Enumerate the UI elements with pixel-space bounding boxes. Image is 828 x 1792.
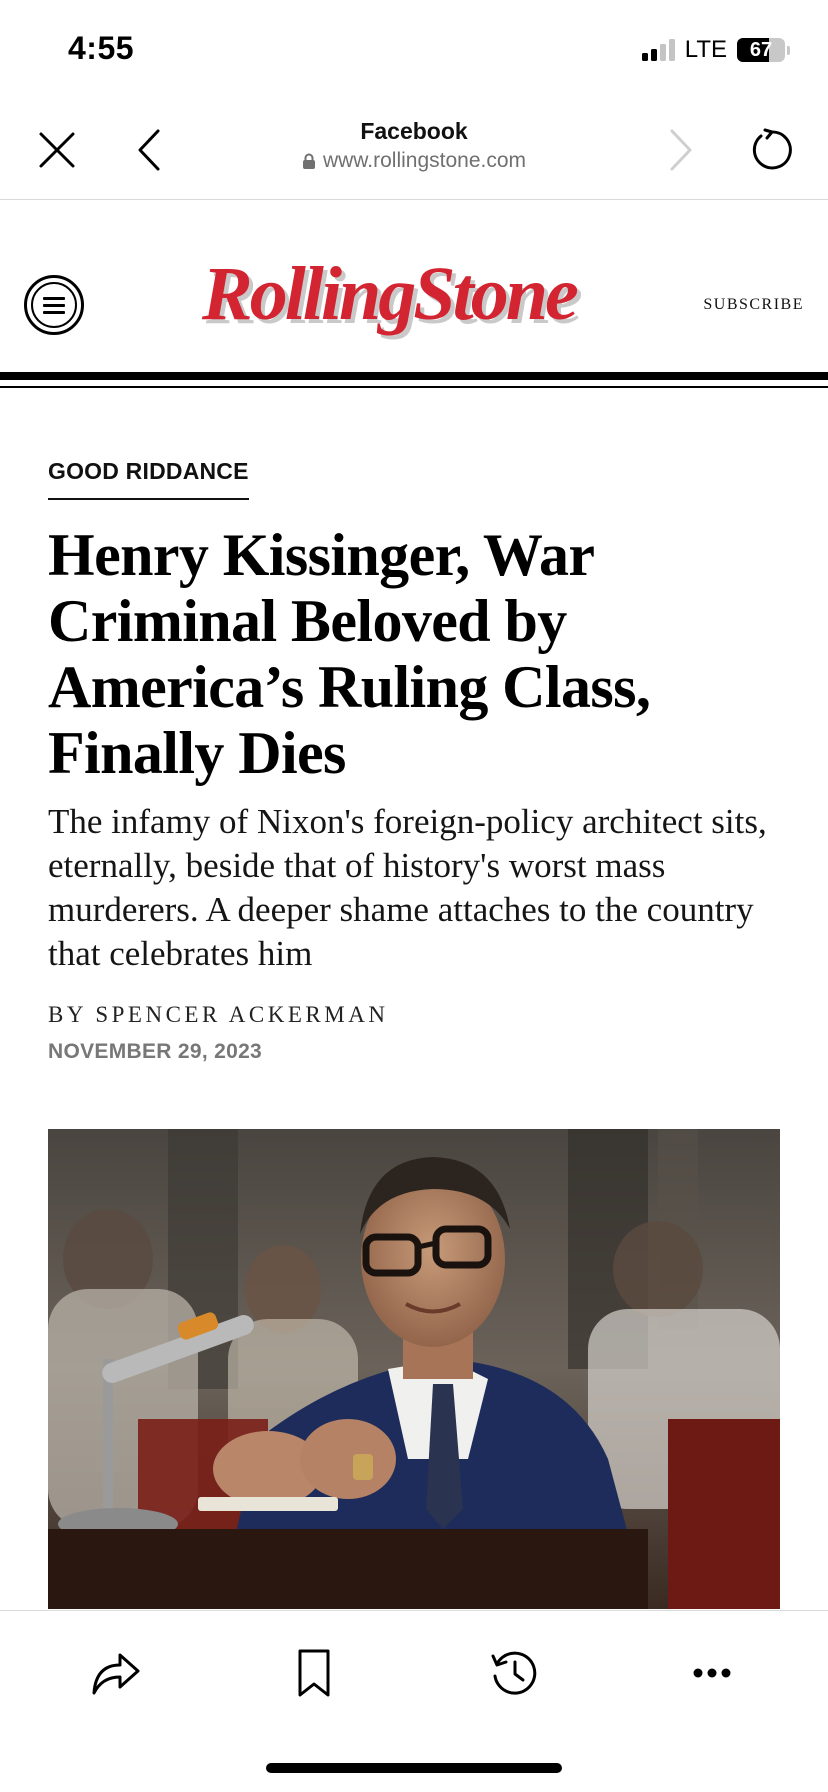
status-bar: 4:55 LTE 67 bbox=[0, 0, 828, 100]
hamburger-menu-icon bbox=[31, 282, 77, 328]
status-indicators: LTE 67 bbox=[641, 36, 790, 64]
close-icon bbox=[39, 132, 75, 168]
rolling-stone-logo[interactable]: RollingStone RollingStone bbox=[198, 253, 628, 353]
battery-icon: 67 bbox=[737, 38, 785, 62]
bookmark-button[interactable] bbox=[284, 1643, 344, 1703]
subscribe-link[interactable]: SUBSCRIBE bbox=[703, 296, 804, 314]
bookmark-icon bbox=[298, 1649, 330, 1697]
hero-photo bbox=[48, 1129, 780, 1609]
address-bar[interactable]: Facebook www.rollingstone.com bbox=[200, 118, 628, 173]
status-time: 4:55 bbox=[68, 30, 135, 66]
history-icon bbox=[491, 1651, 537, 1695]
article-header: GOOD RIDDANCE Henry Kissinger, War Crimi… bbox=[48, 388, 788, 1064]
hamburger-menu-button[interactable] bbox=[24, 275, 84, 335]
lock-icon bbox=[302, 153, 315, 169]
forward-button[interactable] bbox=[656, 125, 706, 175]
chevron-left-icon bbox=[138, 129, 160, 171]
history-button[interactable] bbox=[484, 1643, 544, 1703]
article-hero-image[interactable] bbox=[48, 1129, 780, 1609]
browser-nav-bar: Facebook www.rollingstone.com bbox=[0, 100, 828, 200]
reload-icon bbox=[752, 128, 792, 170]
battery-percent: 67 bbox=[749, 38, 773, 61]
article-date: NOVEMBER 29, 2023 bbox=[48, 1040, 263, 1063]
article-kicker[interactable]: GOOD RIDDANCE bbox=[48, 458, 249, 500]
page-source-title: Facebook bbox=[360, 118, 468, 144]
svg-text:RollingStone: RollingStone bbox=[201, 253, 578, 336]
header-divider-thick bbox=[0, 372, 828, 380]
reload-button[interactable] bbox=[746, 125, 796, 175]
site-header: RollingStone RollingStone SUBSCRIBE bbox=[0, 201, 828, 372]
url-text: www.rollingstone.com bbox=[322, 149, 527, 172]
article-byline[interactable]: BY SPENCER ACKERMAN bbox=[48, 1002, 788, 1028]
article-dek: The infamy of Nixon's foreign-policy arc… bbox=[48, 802, 767, 973]
battery-nub bbox=[787, 45, 790, 55]
chevron-right-icon bbox=[670, 129, 692, 171]
url-display: www.rollingstone.com bbox=[200, 149, 628, 173]
home-indicator[interactable] bbox=[266, 1763, 562, 1773]
signal-icon bbox=[641, 39, 675, 61]
more-button[interactable] bbox=[682, 1643, 742, 1703]
more-icon bbox=[693, 1668, 731, 1678]
close-button[interactable] bbox=[32, 125, 82, 175]
share-button[interactable] bbox=[86, 1643, 146, 1703]
article-headline: Henry Kissinger, War Criminal Beloved by… bbox=[48, 522, 651, 786]
back-button[interactable] bbox=[124, 125, 174, 175]
network-type: LTE bbox=[684, 36, 727, 63]
share-icon bbox=[92, 1653, 140, 1695]
